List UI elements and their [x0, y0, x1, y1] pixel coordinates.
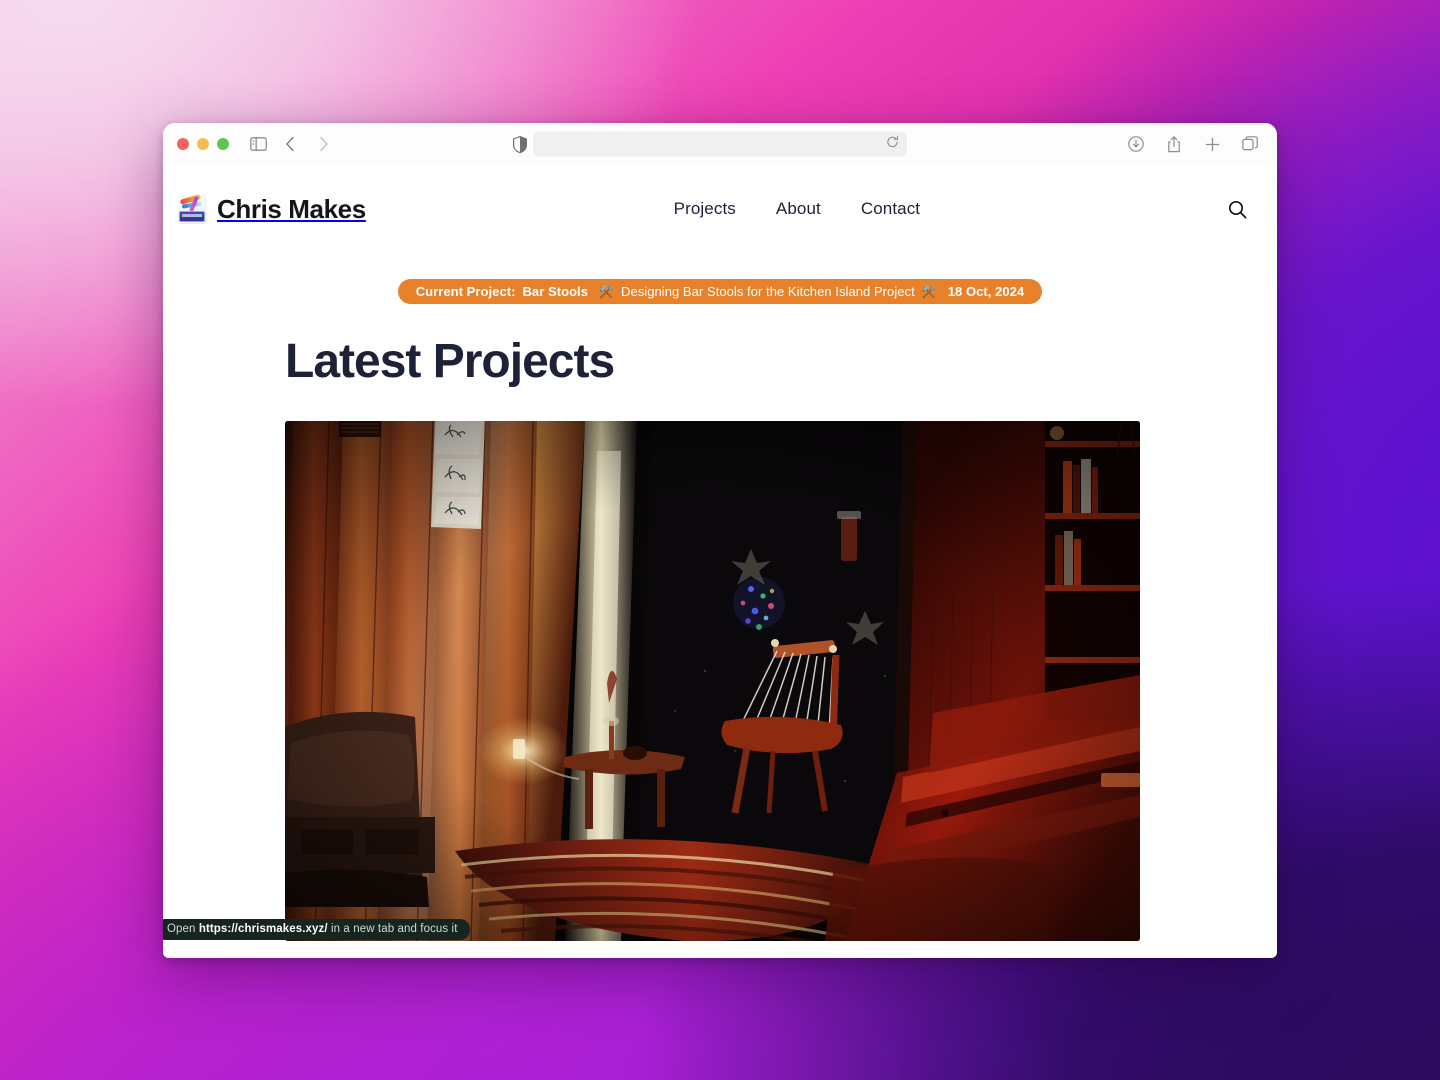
- hammer-and-pick-icon-2: ⚒️: [922, 285, 937, 299]
- minimize-window-button[interactable]: [197, 138, 209, 150]
- hammer-and-pick-icon: ⚒️: [599, 285, 614, 299]
- status-tooltip-url: https://chrismakes.xyz/: [199, 923, 328, 935]
- new-tab-icon[interactable]: [1199, 131, 1225, 157]
- status-tooltip-prefix: Open: [167, 923, 199, 935]
- web-page: Chris Makes Projects About Contact Curre…: [163, 165, 1277, 958]
- tools-pixel-art-logo-icon: [177, 194, 207, 224]
- page-title: Latest Projects: [285, 334, 1277, 389]
- brand-home-link[interactable]: Chris Makes: [177, 194, 366, 225]
- nav-item-projects[interactable]: Projects: [674, 199, 736, 219]
- current-project-banner[interactable]: Current Project: Bar Stools ⚒️ Designing…: [398, 279, 1043, 304]
- status-tooltip-suffix: in a new tab and focus it: [328, 923, 458, 935]
- close-window-button[interactable]: [177, 138, 189, 150]
- tab-overview-icon[interactable]: [1237, 131, 1263, 157]
- sidebar-toggle-icon[interactable]: [245, 131, 271, 157]
- main-navigation: Projects About Contact: [674, 199, 920, 219]
- downloads-icon[interactable]: [1123, 131, 1149, 157]
- nav-item-about[interactable]: About: [776, 199, 821, 219]
- link-status-tooltip: Open https://chrismakes.xyz/ in a new ta…: [163, 919, 470, 940]
- window-controls: [177, 138, 229, 150]
- hero-project-photo[interactable]: [285, 421, 1140, 941]
- hero-photo-illustration: [285, 421, 1140, 941]
- nav-item-contact[interactable]: Contact: [861, 199, 920, 219]
- search-icon[interactable]: [1228, 200, 1247, 219]
- site-header: Chris Makes Projects About Contact: [163, 165, 1277, 235]
- banner-project-name: Bar Stools: [522, 284, 588, 299]
- zoom-window-button[interactable]: [217, 138, 229, 150]
- address-bar[interactable]: [533, 132, 907, 157]
- forward-chevron-icon[interactable]: [311, 131, 337, 157]
- reload-icon[interactable]: [886, 135, 899, 153]
- browser-window: Chris Makes Projects About Contact Curre…: [163, 123, 1277, 958]
- share-icon[interactable]: [1161, 131, 1187, 157]
- banner-description: Designing Bar Stools for the Kitchen Isl…: [621, 284, 915, 299]
- back-chevron-icon[interactable]: [277, 131, 303, 157]
- privacy-shield-icon[interactable]: [507, 131, 533, 157]
- banner-label: Current Project:: [416, 284, 516, 299]
- brand-name: Chris Makes: [217, 194, 366, 225]
- toolbar-right-actions: [1123, 131, 1263, 157]
- banner-date: 18 Oct, 2024: [948, 284, 1025, 299]
- current-project-banner-wrap: Current Project: Bar Stools ⚒️ Designing…: [163, 279, 1277, 304]
- browser-toolbar: [163, 123, 1277, 165]
